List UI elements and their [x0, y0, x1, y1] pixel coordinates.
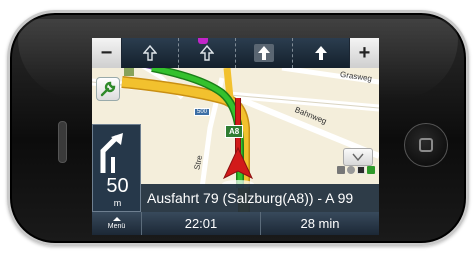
maneuver-panel: 50 m: [92, 124, 141, 212]
wrench-icon: [100, 81, 116, 97]
signal-icon: [367, 166, 375, 174]
gps-icon: [347, 166, 355, 174]
settings-wrench-button[interactable]: [96, 77, 120, 101]
zoom-out-button[interactable]: −: [92, 38, 122, 68]
arrow-up-icon: [315, 46, 327, 60]
lane-guidance-bar: − +: [92, 38, 379, 68]
maneuver-distance: 50: [106, 175, 129, 197]
lane-4: [293, 38, 349, 68]
distance-sign: 500: [194, 108, 211, 116]
zoom-in-button[interactable]: +: [349, 38, 379, 68]
menu-arrow-icon: [112, 217, 121, 221]
maneuver-distance-unit: m: [113, 198, 122, 208]
battery-icon: [357, 166, 365, 174]
route-marker-icon: [198, 38, 208, 44]
chevron-down-icon: [352, 153, 364, 161]
navigation-screen: − + 500 A8 Grasweg Bahnweg Stre 50 m Aus…: [92, 38, 379, 235]
home-button[interactable]: [404, 123, 448, 167]
lane-1: [122, 38, 179, 68]
menu-label: Menü: [107, 223, 126, 230]
turn-right-icon: [100, 133, 123, 173]
remaining-time[interactable]: 28 min: [261, 212, 379, 235]
bottom-bar: Menü 22:01 28 min: [92, 212, 379, 235]
home-square-icon: [419, 138, 433, 152]
car-icon: [337, 166, 345, 174]
scroll-down-button[interactable]: [343, 148, 373, 166]
road-shield: A8: [225, 125, 244, 138]
lane-arrows: [122, 38, 349, 68]
lane-3: [236, 38, 293, 68]
arrow-up-icon: [200, 45, 214, 61]
arrow-up-highlight-icon: [258, 46, 270, 60]
menu-button[interactable]: Menü: [92, 212, 142, 235]
arrow-up-icon: [143, 45, 157, 61]
status-icons: [337, 166, 375, 174]
next-road-label: Ausfahrt 79 (Salzburg(A8)) - A 99: [141, 184, 379, 212]
arrival-time[interactable]: 22:01: [142, 212, 261, 235]
earpiece-speaker: [58, 121, 67, 163]
